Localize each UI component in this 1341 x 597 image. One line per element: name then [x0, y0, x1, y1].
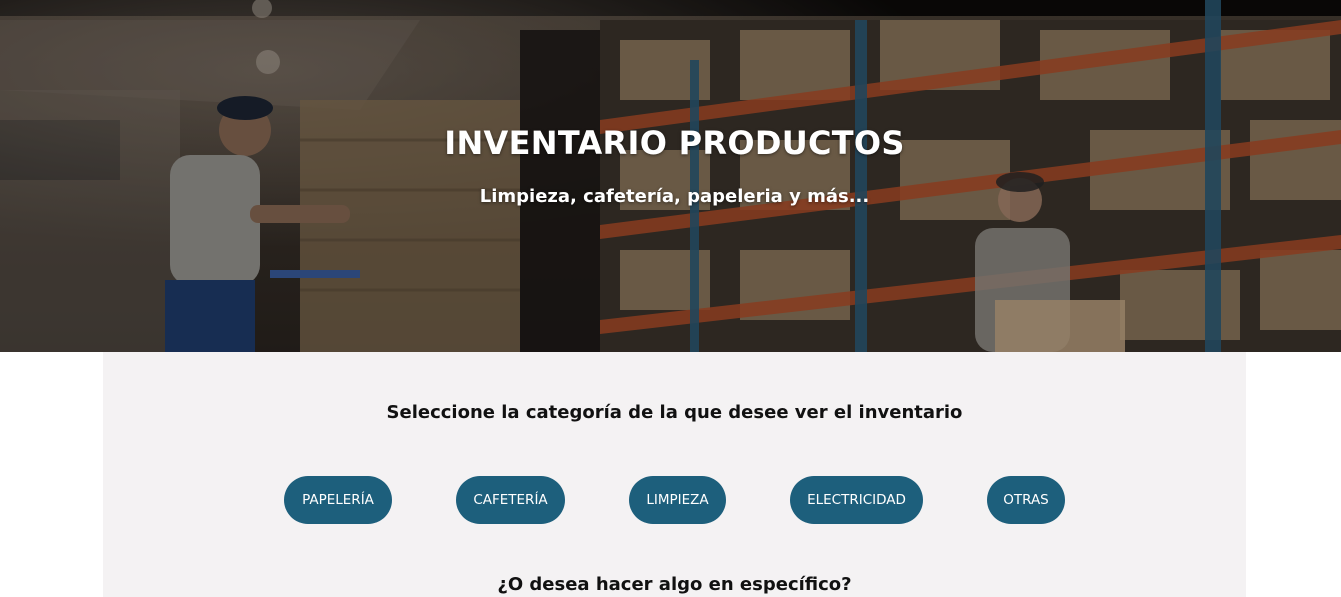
- category-button-otras[interactable]: OTRAS: [987, 476, 1065, 524]
- specific-action-question: ¿O desea hacer algo en específico?: [497, 574, 852, 595]
- warehouse-background-image: [0, 0, 1341, 352]
- category-button-cafeteria[interactable]: CAFETERÍA: [456, 476, 565, 524]
- category-button-electricidad[interactable]: ELECTRICIDAD: [790, 476, 923, 524]
- category-panel: Seleccione la categoría de la que desee …: [103, 352, 1246, 597]
- category-heading: Seleccione la categoría de la que desee …: [386, 402, 963, 423]
- category-button-limpieza[interactable]: LIMPIEZA: [629, 476, 726, 524]
- hero-banner: INVENTARIO PRODUCTOS Limpieza, cafetería…: [0, 0, 1341, 352]
- page-subtitle: Limpieza, cafetería, papeleria y más...: [479, 186, 870, 207]
- category-button-papeleria[interactable]: PAPELERÍA: [284, 476, 392, 524]
- page-title: INVENTARIO PRODUCTOS: [444, 124, 905, 162]
